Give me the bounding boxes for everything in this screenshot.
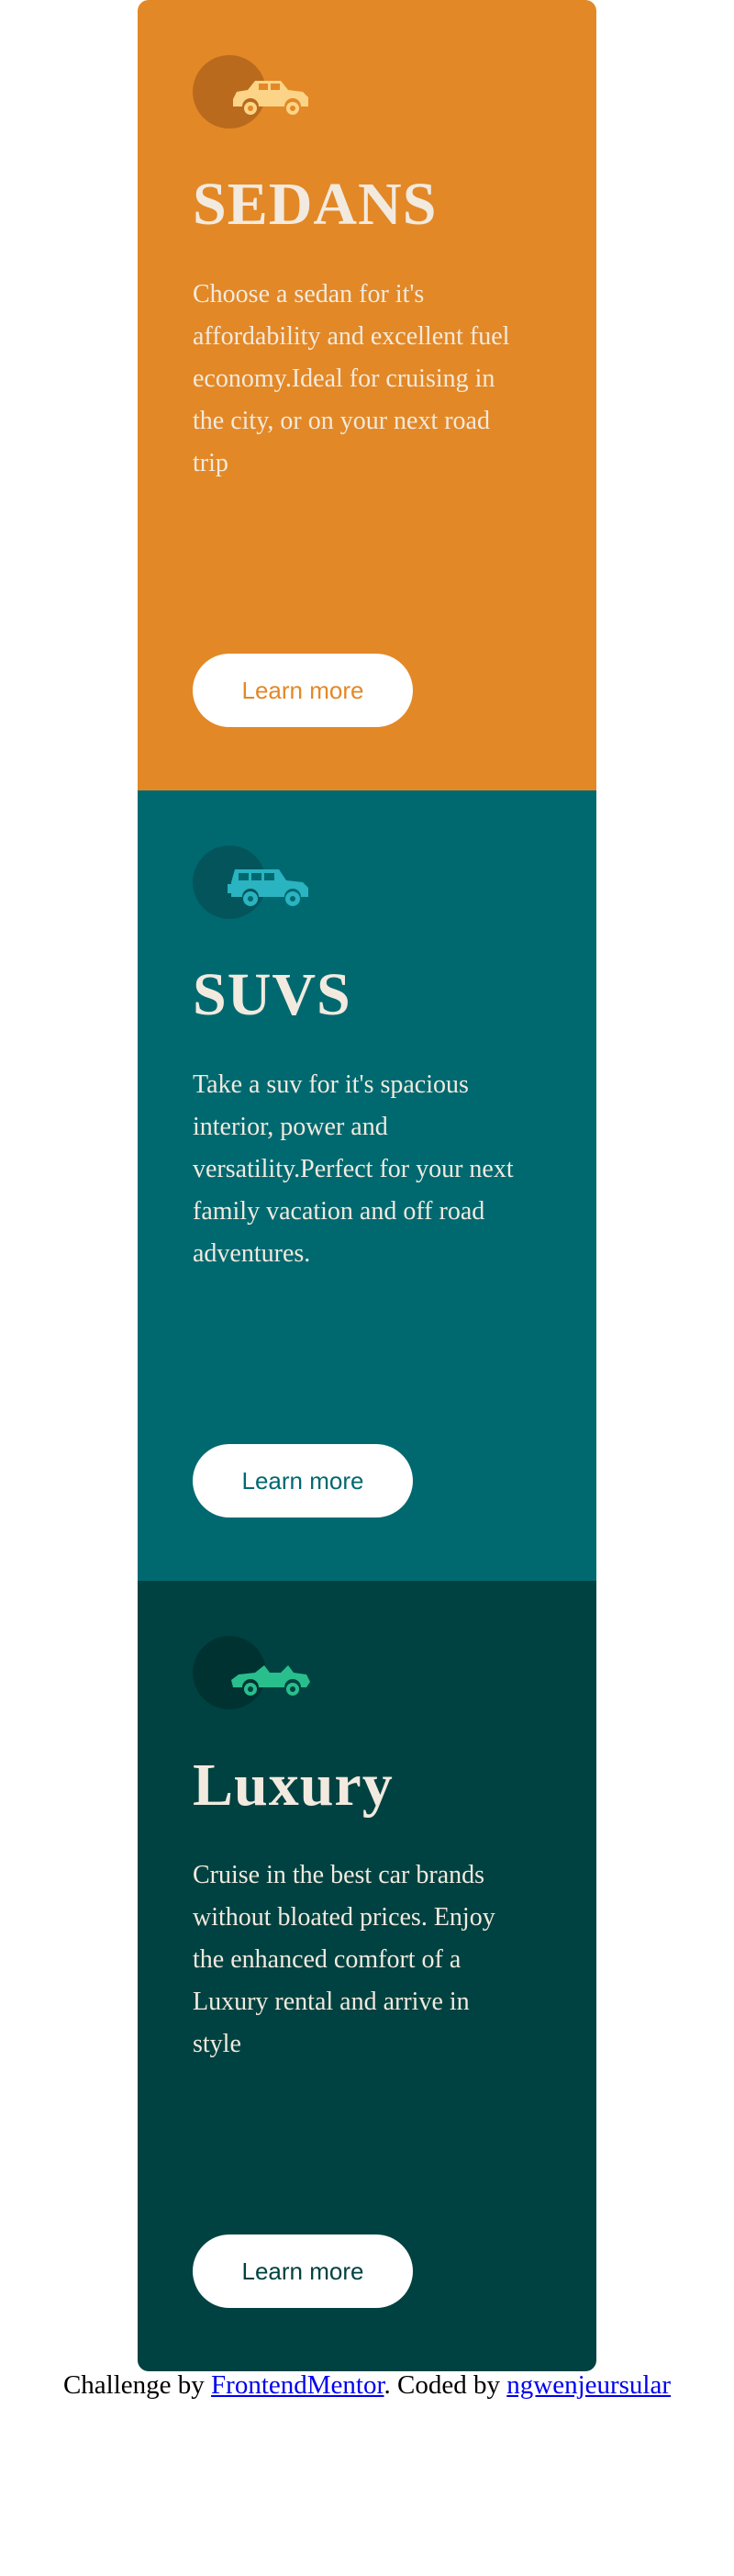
card-description: Choose a sedan for it's affordability an… bbox=[193, 280, 510, 477]
suv-car-icon bbox=[228, 869, 308, 906]
luxury-icon-wrapper bbox=[193, 1636, 312, 1709]
card-title: SEDANS bbox=[193, 171, 438, 238]
card-description: Take a suv for it's spacious interior, p… bbox=[193, 1070, 514, 1268]
sedan-icon-wrapper bbox=[193, 55, 312, 129]
learn-more-button-sedans[interactable]: Learn more bbox=[193, 654, 413, 727]
suv-icon-wrapper bbox=[193, 846, 312, 919]
attribution-prefix: Challenge by bbox=[62, 2370, 212, 2400]
author-link[interactable]: ngwenjeursular bbox=[506, 2370, 671, 2400]
learn-more-button-suvs[interactable]: Learn more bbox=[193, 1444, 413, 1518]
card-description: Cruise in the best car brands without bl… bbox=[193, 1861, 495, 2058]
attribution-middle: . Coded by bbox=[384, 2370, 507, 2400]
attribution: Challenge by FrontendMentor. Coded by ng… bbox=[0, 2370, 734, 2401]
card-title: SUVS bbox=[193, 961, 351, 1028]
luxury-car-icon bbox=[231, 1665, 310, 1696]
frontendmentor-link[interactable]: FrontendMentor bbox=[211, 2370, 384, 2400]
car-cards-container: SEDANS Choose a sedan for it's affordabi… bbox=[138, 0, 596, 2371]
card-luxury: Luxury Cruise in the best car brands wit… bbox=[138, 1581, 596, 2371]
learn-more-button-luxury[interactable]: Learn more bbox=[193, 2234, 413, 2308]
card-sedans: SEDANS Choose a sedan for it's affordabi… bbox=[138, 0, 596, 790]
card-suvs: SUVS Take a suv for it's spacious interi… bbox=[138, 790, 596, 1581]
sedan-car-icon bbox=[233, 81, 308, 115]
card-title: Luxury bbox=[193, 1752, 394, 1819]
